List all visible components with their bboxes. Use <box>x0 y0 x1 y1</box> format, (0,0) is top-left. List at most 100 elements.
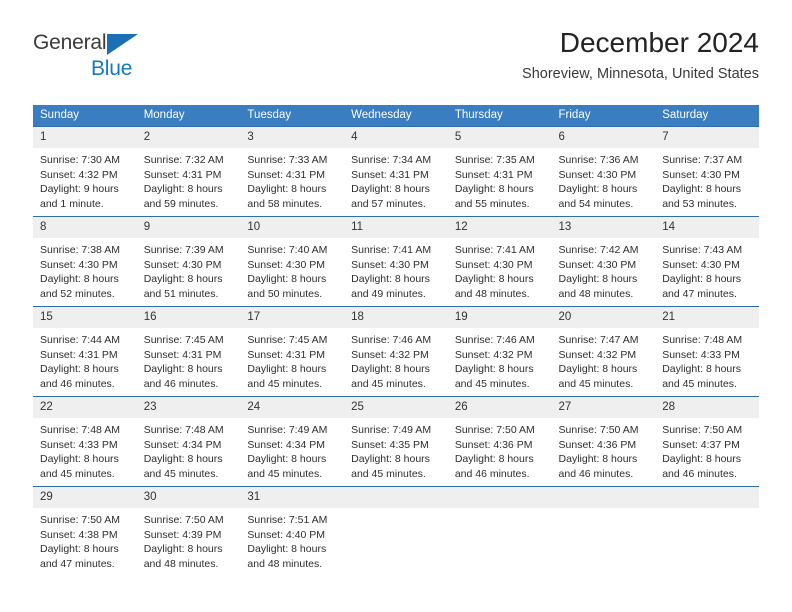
calendar-day-cell[interactable]: 31 Sunrise: 7:51 AM Sunset: 4:40 PM Dayligh… <box>240 486 345 575</box>
day-details: Sunrise: 7:50 AM Sunset: 4:38 PM Daylight:… <box>33 508 137 571</box>
weekday-header-saturday: Saturday <box>655 105 759 127</box>
day-number <box>655 487 759 508</box>
day-details: Sunrise: 7:50 AM Sunset: 4:39 PM Daylight:… <box>137 508 241 571</box>
calendar-day-cell[interactable]: 11 Sunrise: 7:41 AM Sunset: 4:30 PM Dayligh… <box>344 216 448 307</box>
calendar-day-cell[interactable]: 15 Sunrise: 7:44 AM Sunset: 4:31 PM Dayligh… <box>33 306 137 397</box>
sunset-time: Sunset: 4:40 PM <box>247 528 326 541</box>
day-number: 9 <box>136 217 241 238</box>
daylight-duration-line2: and 45 minutes. <box>454 377 530 390</box>
calendar-day-cell[interactable]: 26 Sunrise: 7:50 AM Sunset: 4:36 PM Dayligh… <box>447 396 552 487</box>
calendar-week-row: 1 Sunrise: 7:30 AM Sunset: 4:32 PM Daylight… <box>33 126 759 217</box>
day-details: Sunrise: 7:44 AM Sunset: 4:31 PM Daylight:… <box>33 328 137 391</box>
sunset-time: Sunset: 4:36 PM <box>558 438 637 451</box>
day-number: 7 <box>655 127 759 148</box>
sunrise-time: Sunrise: 7:50 AM <box>662 424 743 436</box>
day-details: Sunrise: 7:42 AM Sunset: 4:30 PM Daylight:… <box>552 238 656 301</box>
daylight-duration-line2: and 45 minutes. <box>40 467 115 480</box>
sunset-time: Sunset: 4:34 PM <box>247 438 326 451</box>
calendar-day-cell[interactable]: 1 Sunrise: 7:30 AM Sunset: 4:32 PM Daylight… <box>33 126 137 217</box>
calendar-day-cell[interactable]: 10 Sunrise: 7:40 AM Sunset: 4:30 PM Dayligh… <box>240 216 345 307</box>
calendar-day-cell[interactable]: 29 Sunrise: 7:50 AM Sunset: 4:38 PM Dayligh… <box>33 486 137 575</box>
daylight-duration-line2: and 54 minutes. <box>558 197 634 210</box>
calendar-day-cell[interactable]: 17 Sunrise: 7:45 AM Sunset: 4:31 PM Dayligh… <box>240 306 345 397</box>
sunrise-time: Sunrise: 7:41 AM <box>454 244 535 256</box>
daylight-duration-line1: Daylight: 8 hours <box>247 183 327 196</box>
sunset-time: Sunset: 4:32 PM <box>454 348 533 361</box>
day-details: Sunrise: 7:35 AM Sunset: 4:31 PM Daylight:… <box>448 148 552 211</box>
daylight-duration-line1: Daylight: 8 hours <box>454 363 534 376</box>
daylight-duration-line2: and 46 minutes. <box>143 377 219 390</box>
calendar-day-cell[interactable]: 13 Sunrise: 7:42 AM Sunset: 4:30 PM Dayligh… <box>551 216 656 307</box>
day-details: Sunrise: 7:43 AM Sunset: 4:30 PM Daylight:… <box>655 238 759 301</box>
sunrise-time: Sunrise: 7:50 AM <box>454 424 535 436</box>
daylight-duration-line2: and 45 minutes. <box>143 467 219 480</box>
sunset-time: Sunset: 4:31 PM <box>143 348 222 361</box>
day-details: Sunrise: 7:40 AM Sunset: 4:30 PM Daylight:… <box>240 238 344 301</box>
calendar-empty-cell <box>447 486 552 575</box>
calendar-day-cell[interactable]: 20 Sunrise: 7:47 AM Sunset: 4:32 PM Dayligh… <box>551 306 656 397</box>
day-details: Sunrise: 7:39 AM Sunset: 4:30 PM Daylight:… <box>137 238 241 301</box>
calendar-day-cell[interactable]: 24 Sunrise: 7:49 AM Sunset: 4:34 PM Dayligh… <box>240 396 345 487</box>
sunrise-time: Sunrise: 7:44 AM <box>40 334 120 346</box>
sunset-time: Sunset: 4:31 PM <box>247 168 326 181</box>
calendar-day-cell[interactable]: 19 Sunrise: 7:46 AM Sunset: 4:32 PM Dayligh… <box>447 306 552 397</box>
day-number: 10 <box>240 217 345 238</box>
calendar-day-cell[interactable]: 8 Sunrise: 7:38 AM Sunset: 4:30 PM Daylight… <box>33 216 137 307</box>
calendar-day-cell[interactable]: 23 Sunrise: 7:48 AM Sunset: 4:34 PM Dayligh… <box>136 396 241 487</box>
daylight-duration-line2: and 48 minutes. <box>247 557 323 570</box>
day-details: Sunrise: 7:46 AM Sunset: 4:32 PM Daylight:… <box>344 328 448 391</box>
daylight-duration-line1: Daylight: 8 hours <box>454 183 534 196</box>
calendar-day-cell[interactable]: 9 Sunrise: 7:39 AM Sunset: 4:30 PM Daylight… <box>136 216 241 307</box>
daylight-duration-line2: and 52 minutes. <box>40 287 115 300</box>
calendar-day-cell[interactable]: 25 Sunrise: 7:49 AM Sunset: 4:35 PM Dayligh… <box>344 396 448 487</box>
daylight-duration-line2: and 59 minutes. <box>143 197 219 210</box>
calendar-day-cell[interactable]: 2 Sunrise: 7:32 AM Sunset: 4:31 PM Daylight… <box>136 126 241 217</box>
daylight-duration-line2: and 1 minute. <box>40 197 104 210</box>
daylight-duration-line2: and 53 minutes. <box>662 197 737 210</box>
sunrise-sunset-calendar-table: Sunday Monday Tuesday Wednesday Thursday… <box>33 105 759 575</box>
daylight-duration-line2: and 58 minutes. <box>247 197 323 210</box>
sunrise-time: Sunrise: 7:41 AM <box>351 244 432 256</box>
sunrise-time: Sunrise: 7:39 AM <box>143 244 224 256</box>
day-details: Sunrise: 7:51 AM Sunset: 4:40 PM Daylight:… <box>240 508 344 571</box>
day-number: 2 <box>136 127 241 148</box>
calendar-day-cell[interactable]: 18 Sunrise: 7:46 AM Sunset: 4:32 PM Dayligh… <box>344 306 448 397</box>
calendar-day-cell[interactable]: 5 Sunrise: 7:35 AM Sunset: 4:31 PM Daylight… <box>447 126 552 217</box>
weekday-header-thursday: Thursday <box>447 105 552 127</box>
daylight-duration-line2: and 48 minutes. <box>558 287 634 300</box>
calendar-day-cell[interactable]: 3 Sunrise: 7:33 AM Sunset: 4:31 PM Daylight… <box>240 126 345 217</box>
calendar-day-cell[interactable]: 14 Sunrise: 7:43 AM Sunset: 4:30 PM Dayligh… <box>655 216 759 307</box>
calendar-day-cell[interactable]: 4 Sunrise: 7:34 AM Sunset: 4:31 PM Daylight… <box>344 126 448 217</box>
daylight-duration-line1: Daylight: 8 hours <box>454 453 534 466</box>
sunset-time: Sunset: 4:31 PM <box>143 168 222 181</box>
day-number <box>344 487 448 508</box>
calendar-day-cell[interactable]: 12 Sunrise: 7:41 AM Sunset: 4:30 PM Dayligh… <box>447 216 552 307</box>
sunset-time: Sunset: 4:30 PM <box>247 258 326 271</box>
calendar-day-cell[interactable]: 27 Sunrise: 7:50 AM Sunset: 4:36 PM Dayligh… <box>551 396 656 487</box>
calendar-day-cell[interactable]: 28 Sunrise: 7:50 AM Sunset: 4:37 PM Dayligh… <box>655 396 759 487</box>
daylight-duration-line2: and 50 minutes. <box>247 287 323 300</box>
calendar-header-row: Sunday Monday Tuesday Wednesday Thursday… <box>33 105 759 127</box>
day-number: 12 <box>447 217 552 238</box>
daylight-duration-line2: and 55 minutes. <box>454 197 530 210</box>
day-details: Sunrise: 7:30 AM Sunset: 4:32 PM Daylight:… <box>33 148 137 211</box>
calendar-day-cell[interactable]: 22 Sunrise: 7:48 AM Sunset: 4:33 PM Dayligh… <box>33 396 137 487</box>
day-number: 29 <box>33 487 137 508</box>
weekday-header-monday: Monday <box>136 105 241 127</box>
sunrise-time: Sunrise: 7:48 AM <box>40 424 120 436</box>
daylight-duration-line1: Daylight: 9 hours <box>40 183 119 196</box>
day-number: 1 <box>33 127 137 148</box>
daylight-duration-line1: Daylight: 8 hours <box>143 273 223 286</box>
calendar-day-cell[interactable]: 16 Sunrise: 7:45 AM Sunset: 4:31 PM Dayligh… <box>136 306 241 397</box>
sunrise-time: Sunrise: 7:45 AM <box>247 334 328 346</box>
calendar-day-cell[interactable]: 6 Sunrise: 7:36 AM Sunset: 4:30 PM Daylight… <box>551 126 656 217</box>
calendar-day-cell[interactable]: 7 Sunrise: 7:37 AM Sunset: 4:30 PM Daylight… <box>655 126 759 217</box>
sunrise-time: Sunrise: 7:46 AM <box>351 334 432 346</box>
sunset-time: Sunset: 4:30 PM <box>40 258 118 271</box>
day-details: Sunrise: 7:47 AM Sunset: 4:32 PM Daylight:… <box>552 328 656 391</box>
day-number: 6 <box>551 127 656 148</box>
calendar-day-cell[interactable]: 21 Sunrise: 7:48 AM Sunset: 4:33 PM Dayligh… <box>655 306 759 397</box>
daylight-duration-line1: Daylight: 8 hours <box>40 363 119 376</box>
daylight-duration-line2: and 46 minutes. <box>40 377 115 390</box>
calendar-day-cell[interactable]: 30 Sunrise: 7:50 AM Sunset: 4:39 PM Dayligh… <box>136 486 241 575</box>
